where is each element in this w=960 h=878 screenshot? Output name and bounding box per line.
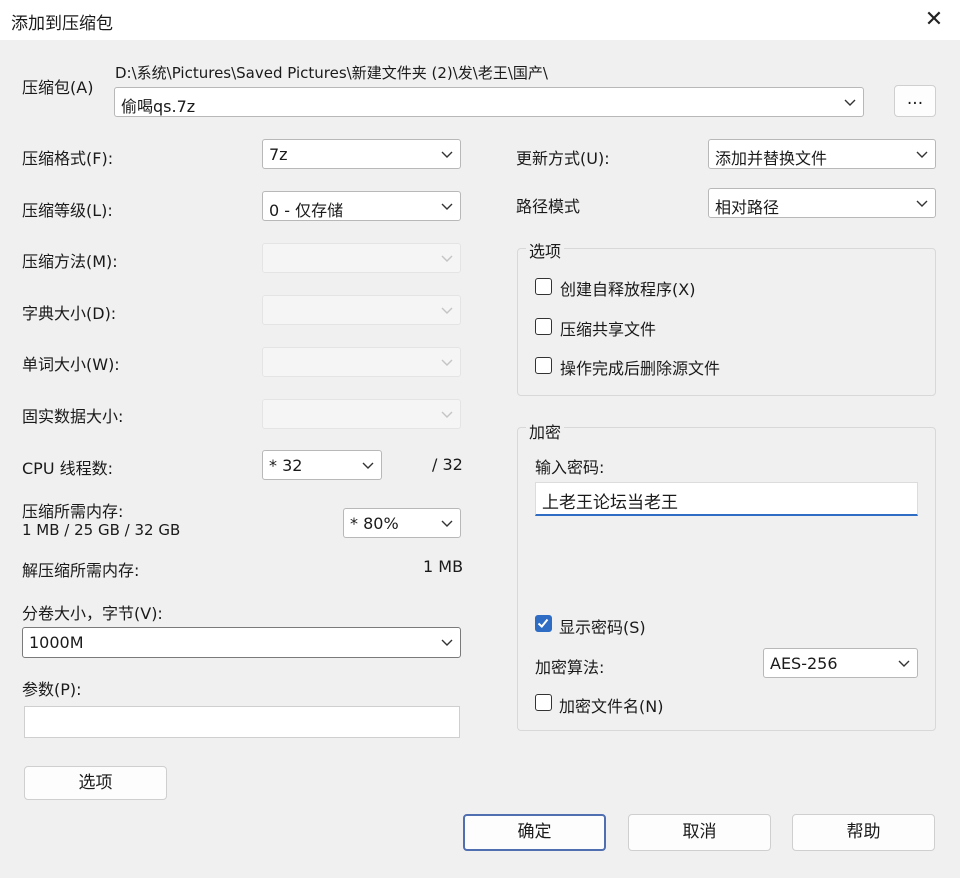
options-group-title: 选项 (526, 238, 565, 262)
solid-select (262, 399, 461, 429)
chevron-down-icon[interactable] (361, 458, 375, 472)
chevron-down-icon[interactable] (915, 147, 929, 161)
level-value: 0 - 仅存储 (269, 201, 344, 220)
checkmark-icon (537, 618, 549, 628)
chevron-down-icon[interactable] (915, 196, 929, 210)
encrypt-names-label[interactable]: 加密文件名(N) (559, 693, 663, 717)
cpu-max: / 32 (432, 455, 463, 474)
cpu-threads-value: * 32 (269, 456, 303, 475)
mem-compress-detail: 1 MB / 25 GB / 32 GB (22, 521, 181, 539)
archive-path: D:\系统\Pictures\Saved Pictures\新建文件夹 (2)\… (115, 64, 548, 82)
archive-filename[interactable]: 偷喝qs.7z (121, 93, 195, 117)
encrypt-names-checkbox[interactable] (535, 694, 552, 711)
mem-percent-select[interactable]: * 80% (343, 508, 461, 538)
shared-files-label[interactable]: 压缩共享文件 (560, 316, 656, 340)
update-mode-select[interactable]: 添加并替换文件 (708, 139, 936, 169)
word-select (262, 347, 461, 377)
title-bar (0, 0, 960, 40)
ok-button[interactable]: 确定 (463, 814, 606, 851)
split-size-value[interactable]: 1000M (29, 633, 84, 652)
chevron-down-icon[interactable] (440, 635, 454, 649)
chevron-down-icon[interactable] (440, 147, 454, 161)
chevron-down-icon[interactable] (843, 95, 857, 109)
dict-select (262, 295, 461, 325)
password-value: 上老王论坛当老王 (542, 493, 678, 513)
archive-filename-combo[interactable]: 偷喝qs.7z (114, 87, 864, 117)
method-select (262, 243, 461, 273)
params-input[interactable] (24, 706, 460, 738)
chevron-down-icon (440, 251, 454, 265)
sfx-checkbox[interactable] (535, 278, 552, 295)
split-size-combo[interactable]: 1000M (22, 627, 461, 658)
cpu-threads-select[interactable]: * 32 (262, 450, 382, 480)
password-input[interactable]: 上老王论坛当老王 (535, 482, 918, 516)
show-password-checkbox[interactable] (535, 615, 552, 632)
cpu-label: CPU 线程数: (22, 459, 114, 478)
chevron-down-icon[interactable] (440, 516, 454, 530)
chevron-down-icon (440, 407, 454, 421)
chevron-down-icon (440, 303, 454, 317)
encryption-method-select[interactable]: AES-256 (763, 648, 918, 678)
browse-button[interactable]: ... (894, 85, 936, 117)
dict-label: 字典大小(D): (22, 304, 117, 323)
chevron-down-icon[interactable] (440, 199, 454, 213)
path-mode-select[interactable]: 相对路径 (708, 188, 936, 218)
sfx-label[interactable]: 创建自释放程序(X) (560, 276, 695, 300)
format-label: 压缩格式(F): (22, 149, 114, 168)
level-label: 压缩等级(L): (22, 201, 113, 220)
path-mode-value: 相对路径 (715, 198, 780, 217)
show-password-label[interactable]: 显示密码(S) (559, 614, 646, 638)
encryption-method-label: 加密算法: (535, 658, 605, 677)
path-mode-label: 路径模式 (516, 197, 581, 216)
chevron-down-icon[interactable] (897, 656, 911, 670)
password-label: 输入密码: (535, 458, 605, 477)
level-select[interactable]: 0 - 仅存储 (262, 191, 461, 221)
cancel-button[interactable]: 取消 (628, 814, 771, 851)
chevron-down-icon (440, 355, 454, 369)
update-mode-value: 添加并替换文件 (715, 149, 828, 168)
format-select[interactable]: 7z (262, 139, 461, 169)
word-label: 单词大小(W): (22, 355, 120, 374)
encryption-group-title: 加密 (526, 419, 565, 443)
delete-after-label[interactable]: 操作完成后删除源文件 (560, 355, 720, 379)
options-button[interactable]: 选项 (24, 766, 167, 800)
shared-files-checkbox[interactable] (535, 318, 552, 335)
format-value: 7z (269, 145, 288, 164)
update-label: 更新方式(U): (516, 149, 610, 168)
mem-compress-label: 压缩所需内存: (22, 502, 124, 521)
method-label: 压缩方法(M): (22, 252, 118, 271)
window-title: 添加到压缩包 (11, 14, 113, 34)
mem-decompress-value: 1 MB (423, 557, 464, 576)
mem-percent-value: * 80% (350, 514, 399, 533)
help-button[interactable]: 帮助 (792, 814, 935, 851)
encryption-method-value: AES-256 (770, 654, 838, 673)
close-icon[interactable]: ✕ (920, 6, 948, 34)
archive-label: 压缩包(A) (22, 78, 94, 97)
delete-after-checkbox[interactable] (535, 357, 552, 374)
params-label: 参数(P): (22, 680, 82, 699)
mem-decompress-label: 解压缩所需内存: (22, 561, 140, 580)
solid-label: 固实数据大小: (22, 407, 124, 426)
split-label: 分卷大小，字节(V): (22, 604, 163, 623)
